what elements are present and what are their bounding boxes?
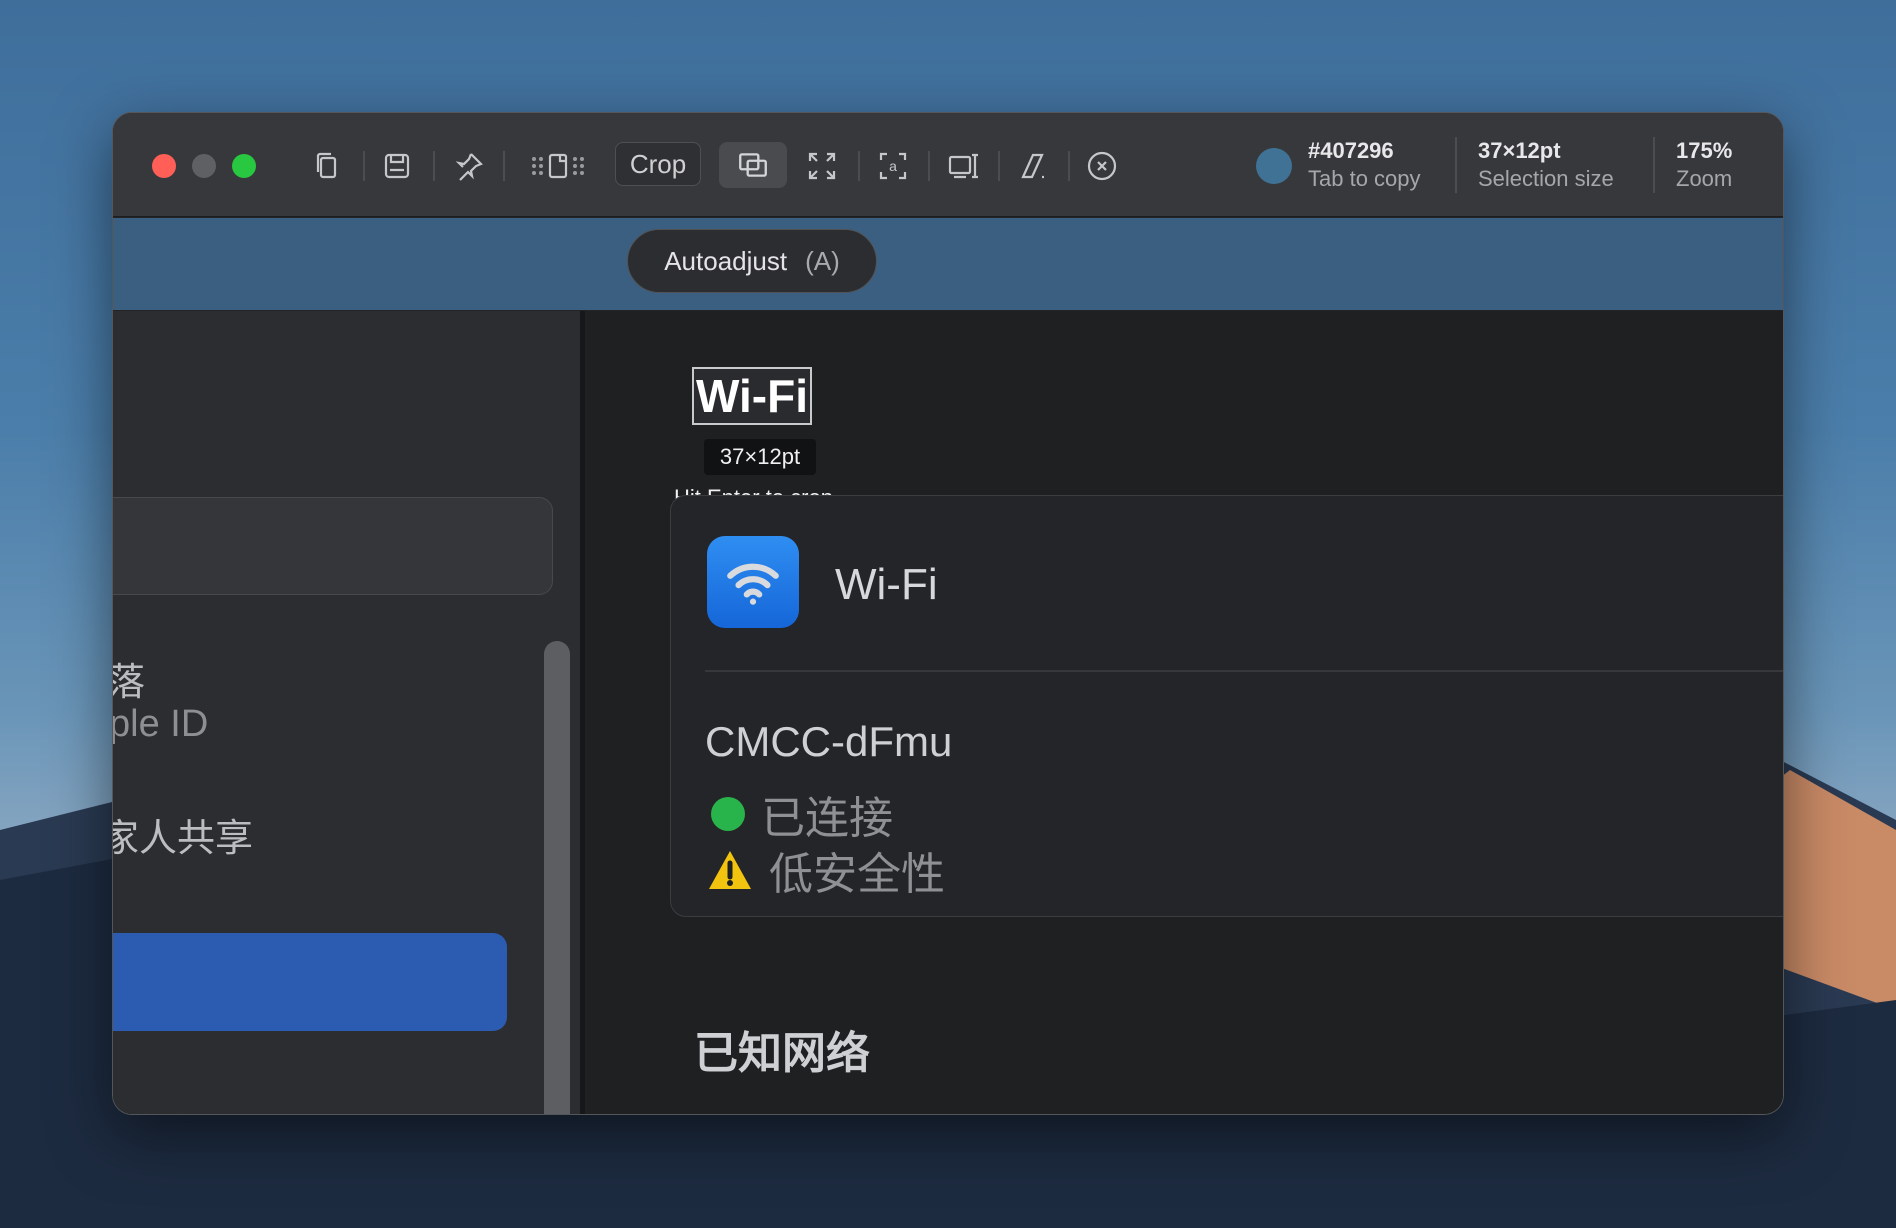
selection-size-value: 37×12pt	[1478, 138, 1561, 163]
wifi-icon	[707, 536, 799, 628]
wifi-card: Wi-Fi CMCC-dFmu 已连接 低安全性	[670, 495, 1783, 917]
zoom-window-button[interactable]	[232, 154, 256, 178]
color-swatch[interactable]	[1256, 148, 1292, 184]
color-hint: Tab to copy	[1308, 166, 1421, 191]
connected-label: 已连接	[761, 794, 893, 843]
sidebar-item-selected[interactable]	[113, 933, 507, 1031]
autoadjust-button[interactable]: Autoadjust (A)	[627, 229, 877, 293]
wifi-settings-pane: Wi-Fi 37×12pt Hit Enter to crop Wi-Fi CM…	[590, 311, 1783, 1114]
ocr-icon[interactable]: a	[873, 146, 913, 186]
connection-status: 已连接	[707, 782, 893, 846]
copy-icon[interactable]	[307, 146, 347, 186]
wifi-label: Wi-Fi	[835, 560, 938, 609]
minimize-window-button[interactable]	[192, 154, 216, 178]
screenshot-tool-window: Crop a #407296 Tab to copy 37×12pt Selec…	[112, 112, 1784, 1115]
toolbar: Crop a #407296 Tab to copy 37×12pt Selec…	[113, 113, 1783, 217]
capture-window-button[interactable]	[719, 142, 787, 188]
svg-text:a: a	[889, 158, 897, 174]
alignment-guide-area	[113, 218, 1783, 310]
color-hex: #407296	[1308, 138, 1394, 163]
annotate-icon[interactable]	[1013, 146, 1053, 186]
sidebar-scrollbar[interactable]	[544, 641, 570, 1114]
autoadjust-label: Autoadjust	[664, 245, 788, 276]
selection-size-label: Selection size	[1478, 166, 1614, 191]
fullscreen-icon[interactable]	[802, 146, 842, 186]
autoadjust-shortcut: (A)	[805, 245, 840, 276]
known-networks-heading: 已知网络	[694, 1029, 870, 1078]
page-title: Wi-Fi	[692, 367, 812, 425]
settings-sidebar: 落 ple ID 家人共享	[112, 311, 585, 1114]
zoom-info: 175% Zoom	[1676, 137, 1732, 193]
divider	[705, 670, 1783, 672]
selection-info: 37×12pt Selection size	[1478, 137, 1614, 193]
sidebar-search-field[interactable]	[113, 497, 553, 595]
zoom-value: 175%	[1676, 138, 1733, 163]
security-status: 低安全性	[707, 838, 945, 902]
security-label: 低安全性	[769, 850, 945, 899]
crop-button[interactable]: Crop	[615, 142, 701, 186]
captured-content: 落 ple ID 家人共享 Wi-Fi 37×12pt Hit Enter to…	[112, 311, 1783, 1114]
color-info[interactable]: #407296 Tab to copy	[1308, 137, 1421, 193]
close-window-button[interactable]	[152, 154, 176, 178]
sidebar-item-sublabel: ple ID	[112, 703, 209, 745]
save-icon[interactable]	[377, 146, 417, 186]
zoom-label: Zoom	[1676, 166, 1733, 191]
network-name[interactable]: CMCC-dFmu	[705, 718, 952, 766]
connected-dot-icon	[711, 797, 745, 831]
sidebar-item-family-sharing[interactable]: 家人共享	[113, 807, 253, 862]
scroll-capture-icon[interactable]	[943, 146, 983, 186]
sidebar-item-label: 落	[113, 651, 145, 706]
pin-icon[interactable]	[449, 146, 489, 186]
close-icon[interactable]	[1082, 146, 1122, 186]
selection-size-badge: 37×12pt	[704, 439, 816, 475]
warning-icon	[709, 851, 751, 889]
drag-icon[interactable]	[523, 146, 593, 186]
capture-window-icon	[739, 153, 767, 177]
